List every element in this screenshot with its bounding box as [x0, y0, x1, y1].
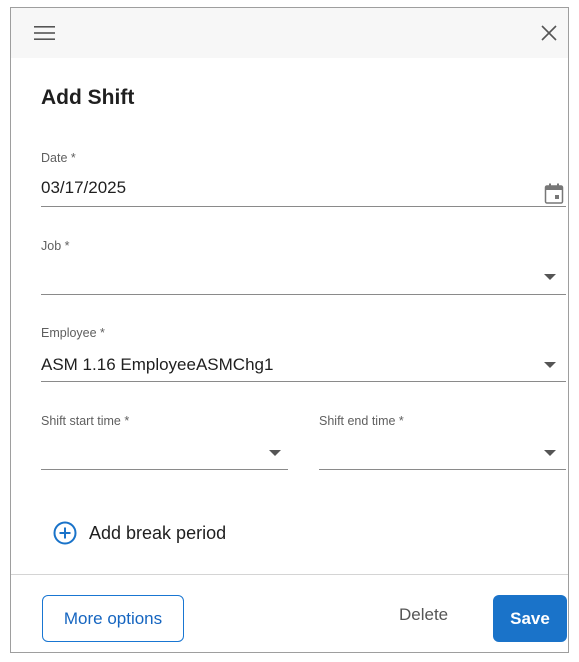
shift-end-time-dropdown[interactable]: Shift end time * [319, 410, 568, 472]
shift-end-underline [319, 469, 566, 470]
job-chevron-down-icon [544, 274, 556, 280]
date-label: Date * [41, 151, 76, 165]
shift-start-chevron-down-icon [269, 450, 281, 456]
plus-circle-icon [53, 521, 77, 545]
employee-label: Employee * [41, 326, 105, 340]
add-shift-dialog: Add Shift Date * 03/17/2025 Job * Employ… [10, 7, 569, 653]
shift-start-time-dropdown[interactable]: Shift start time * [41, 410, 289, 472]
save-button[interactable]: Save [493, 595, 567, 642]
job-label: Job * [41, 239, 70, 253]
shift-start-underline [41, 469, 288, 470]
delete-button[interactable]: Delete [399, 605, 448, 625]
dialog-title: Add Shift [41, 86, 135, 109]
employee-chevron-down-icon [544, 362, 556, 368]
shift-end-chevron-down-icon [544, 450, 556, 456]
shift-end-time-label: Shift end time * [319, 414, 404, 428]
add-break-period-label: Add break period [89, 522, 227, 543]
calendar-icon[interactable] [544, 183, 564, 205]
job-dropdown[interactable]: Job * [41, 234, 568, 296]
date-field[interactable]: Date * 03/17/2025 [41, 148, 568, 208]
more-options-button[interactable]: More options [42, 595, 184, 642]
employee-value: ASM 1.16 EmployeeASMChg1 [41, 355, 274, 374]
date-value: 03/17/2025 [41, 178, 127, 197]
shift-start-time-label: Shift start time * [41, 414, 130, 428]
close-icon[interactable] [538, 22, 560, 44]
employee-underline [41, 381, 566, 382]
date-underline [41, 206, 566, 207]
job-underline [41, 294, 566, 295]
hamburger-menu-icon[interactable] [34, 25, 55, 41]
employee-dropdown[interactable]: Employee * ASM 1.16 EmployeeASMChg1 [41, 322, 568, 384]
footer-divider [11, 574, 568, 575]
dialog-topbar [11, 8, 568, 58]
add-break-period-button[interactable]: Add break period [53, 519, 226, 547]
